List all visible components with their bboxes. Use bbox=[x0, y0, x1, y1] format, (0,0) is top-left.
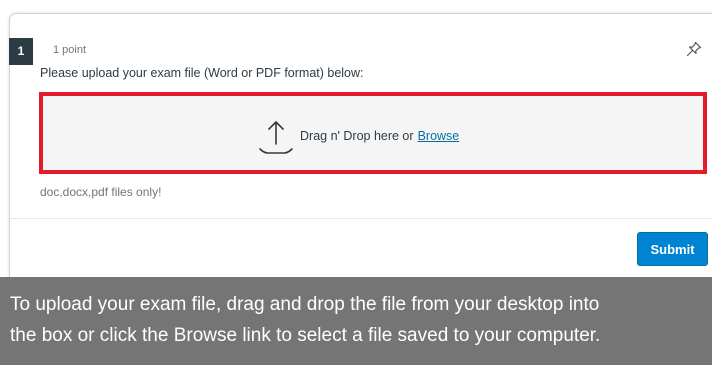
dropzone-instruction: Drag n' Drop here or bbox=[300, 129, 414, 143]
pin-icon[interactable] bbox=[686, 41, 702, 57]
dropzone-content: Drag n' Drop here or Browse bbox=[258, 118, 459, 158]
browse-link[interactable]: Browse bbox=[418, 129, 460, 143]
file-dropzone[interactable]: Drag n' Drop here or Browse bbox=[39, 92, 707, 174]
upload-icon bbox=[259, 121, 293, 154]
caption-line-1: To upload your exam file, drag and drop … bbox=[10, 294, 600, 315]
dropzone-text: Drag n' Drop here or Browse bbox=[300, 129, 459, 143]
submit-button[interactable]: Submit bbox=[637, 232, 708, 266]
caption-line-2: the box or click the Browse link to sele… bbox=[10, 325, 601, 346]
file-type-hint: doc,docx,pdf files only! bbox=[40, 185, 162, 199]
question-prompt: Please upload your exam file (Word or PD… bbox=[40, 66, 364, 80]
question-points: 1 point bbox=[53, 44, 87, 56]
divider bbox=[10, 218, 712, 219]
question-number: 1 bbox=[9, 38, 33, 65]
instruction-caption: To upload your exam file, drag and drop … bbox=[0, 277, 712, 365]
